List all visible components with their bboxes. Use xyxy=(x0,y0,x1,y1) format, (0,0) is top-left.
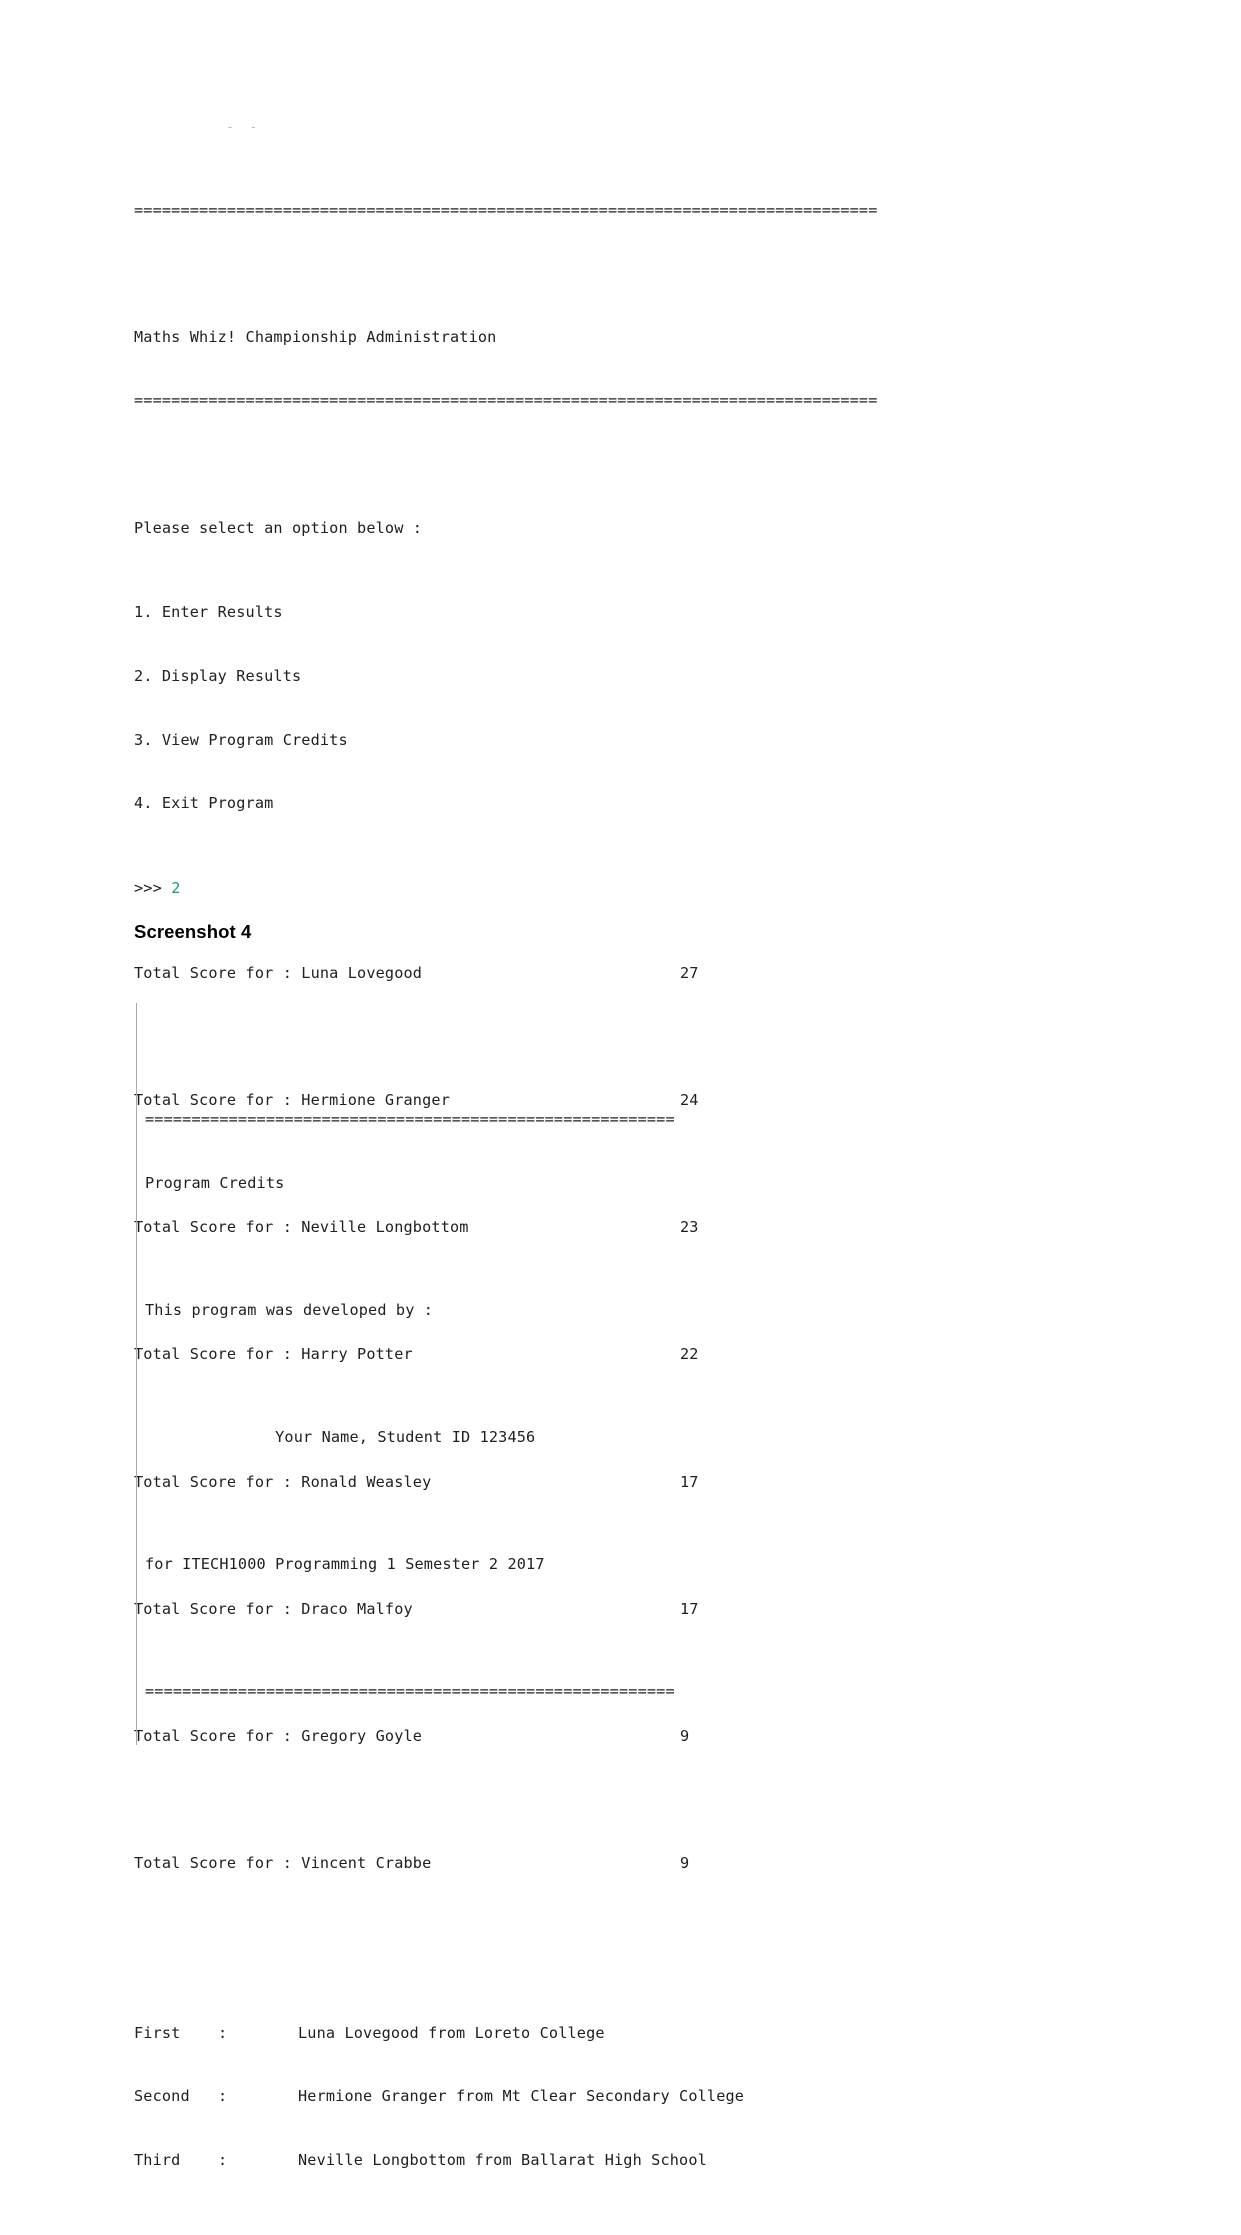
podium-description: Hermione Granger from Mt Clear Secondary… xyxy=(298,2087,745,2106)
podium-description: Luna Lovegood from Loreto College xyxy=(298,2023,605,2042)
score-label-0: Total Score for : Luna Lovegood xyxy=(134,963,423,982)
credits-console-output: ========================================… xyxy=(136,1003,896,1746)
console-title: Maths Whiz! Championship Administration xyxy=(134,327,497,346)
menu-item-display-results[interactable]: 2. Display Results xyxy=(134,666,1034,687)
prompt-entered-value: 2 xyxy=(171,879,181,898)
score-row: Total Score for : Luna Lovegood 27 xyxy=(134,963,1034,984)
separator-top: ========================================… xyxy=(134,200,878,219)
scan-artifact-text: - - xyxy=(226,120,258,130)
credits-title: Program Credits xyxy=(145,1173,285,1192)
podium-rank-label: Second xyxy=(134,2087,190,2106)
prompt-line[interactable]: >>> 2 xyxy=(134,878,1034,899)
podium-colon: : xyxy=(218,2150,228,2169)
score-value-7: 9 xyxy=(680,1854,690,1873)
credits-separator-bottom: ========================================… xyxy=(145,1682,675,1701)
menu-item-view-program-credits[interactable]: 3. View Program Credits xyxy=(134,730,1034,751)
menu-item-exit-program[interactable]: 4. Exit Program xyxy=(134,793,1034,814)
menu-prompt: Please select an option below : xyxy=(134,518,423,537)
podium-rank-label: Third xyxy=(134,2150,181,2169)
score-value-0: 27 xyxy=(680,963,699,982)
podium-colon: : xyxy=(218,2023,228,2042)
podium-row-second: Second: Hermione Granger from Mt Clear Se… xyxy=(134,2086,1034,2107)
podium-colon: : xyxy=(218,2087,228,2106)
prompt-symbol: >>> xyxy=(134,879,172,898)
score-label-7: Total Score for : Vincent Crabbe xyxy=(134,1854,432,1873)
credits-developed-by: This program was developed by : xyxy=(145,1300,434,1319)
credits-course: for ITECH1000 Programming 1 Semester 2 2… xyxy=(145,1555,545,1574)
podium-rank-label: First xyxy=(134,2023,181,2042)
podium-description: Neville Longbottom from Ballarat High Sc… xyxy=(298,2150,707,2169)
document-page: - - ====================================… xyxy=(0,0,1241,2169)
score-row: Total Score for : Vincent Crabbe 9 xyxy=(134,1853,1034,1874)
menu-item-enter-results[interactable]: 1. Enter Results xyxy=(134,602,1034,623)
credits-separator-top: ========================================… xyxy=(145,1110,675,1128)
separator-under-title: ========================================… xyxy=(134,391,878,410)
screenshot4-heading: Screenshot 4 xyxy=(134,921,252,942)
podium-row-first: First: Luna Lovegood from Loreto College xyxy=(134,2023,1034,2044)
podium-row-third: Third: Neville Longbottom from Ballarat H… xyxy=(134,2150,1034,2171)
credits-author: Your Name, Student ID 123456 xyxy=(145,1428,536,1447)
